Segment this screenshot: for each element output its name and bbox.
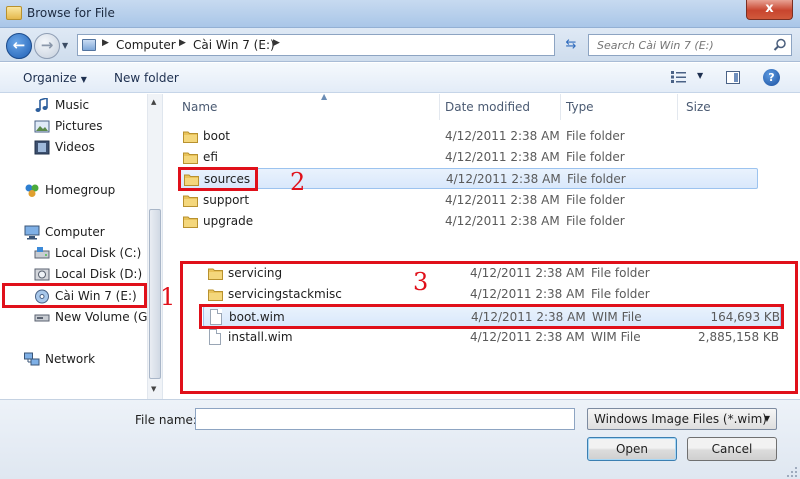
nav-pane-scrollbar[interactable]: ▲ ▼ xyxy=(147,94,162,399)
sort-ascending-icon: ▲ xyxy=(321,92,328,101)
annotation-box-2 xyxy=(178,167,258,191)
breadcrumb-computer[interactable]: Computer xyxy=(116,38,176,52)
chevron-down-icon[interactable]: ▼ xyxy=(697,71,703,80)
folder-icon xyxy=(183,195,198,207)
chevron-down-icon: ▼ xyxy=(763,414,770,423)
table-row[interactable]: boot 4/12/2011 2:38 AM File folder xyxy=(178,126,758,147)
chevron-right-icon[interactable]: ▶ xyxy=(102,38,109,48)
folder-icon xyxy=(183,216,198,228)
forward-button[interactable]: → xyxy=(34,33,60,59)
removable-drive-icon xyxy=(34,314,50,322)
scroll-down-arrow-icon[interactable]: ▼ xyxy=(151,385,156,393)
breadcrumb-drive[interactable]: Cài Win 7 (E:) xyxy=(193,38,275,52)
annotation-number-1: 1 xyxy=(160,283,176,311)
computer-icon xyxy=(82,39,96,51)
annotation-box-boot-wim xyxy=(199,304,784,329)
annotation-number-2: 2 xyxy=(290,168,306,196)
view-options-icon[interactable] xyxy=(671,71,687,83)
videos-icon xyxy=(34,140,50,155)
title-bar: Browse for File x xyxy=(0,0,800,28)
command-bar: Organize ▼ New folder ▼ ? xyxy=(0,63,800,93)
column-header-date[interactable]: Date modified xyxy=(445,94,561,120)
homegroup-icon xyxy=(25,184,39,197)
file-name-input[interactable] xyxy=(195,408,575,430)
new-folder-button[interactable]: New folder xyxy=(114,71,179,85)
column-header-type[interactable]: Type xyxy=(566,94,678,120)
table-row-selected[interactable]: sources 4/12/2011 2:38 AM File folder xyxy=(178,168,758,189)
cancel-button[interactable]: Cancel xyxy=(687,437,777,461)
resize-grip-icon[interactable] xyxy=(786,466,798,478)
annotation-number-3: 3 xyxy=(413,268,429,296)
file-type-filter[interactable]: Windows Image Files (*.wim) ▼ xyxy=(587,408,777,430)
chevron-right-icon[interactable]: ▶ xyxy=(273,38,280,48)
table-row[interactable]: efi 4/12/2011 2:38 AM File folder xyxy=(178,147,758,168)
help-icon[interactable]: ? xyxy=(763,69,780,86)
annotation-box-1 xyxy=(2,283,147,308)
cd-drive-icon xyxy=(34,268,50,281)
recent-pages-chevron-icon[interactable]: ▼ xyxy=(62,41,72,51)
open-button[interactable]: Open xyxy=(587,437,677,461)
chevron-right-icon[interactable]: ▶ xyxy=(179,38,186,48)
hard-drive-icon xyxy=(34,247,50,259)
organize-button[interactable]: Organize ▼ xyxy=(23,71,87,85)
address-bar[interactable]: ▶ Computer ▶ Cài Win 7 (E:) ▶ ▼ xyxy=(77,34,628,56)
folder-icon xyxy=(183,131,198,143)
column-header-name[interactable]: ▲ Name xyxy=(182,92,440,120)
close-button[interactable]: x xyxy=(746,0,793,20)
refresh-icon[interactable]: ⇆ xyxy=(561,36,581,54)
search-input[interactable] xyxy=(589,35,771,55)
pictures-icon xyxy=(34,120,50,133)
computer-icon xyxy=(24,225,40,240)
chevron-down-icon: ▼ xyxy=(80,75,87,84)
search-icon[interactable] xyxy=(773,38,787,52)
back-button[interactable]: ← xyxy=(6,33,32,59)
window-title: Browse for File xyxy=(27,6,115,20)
folder-icon xyxy=(183,152,198,164)
address-row: ← → ▼ ▶ Computer ▶ Cài Win 7 (E:) ▶ ▼ ⇆ xyxy=(0,28,800,62)
music-icon xyxy=(35,98,48,112)
network-icon xyxy=(24,352,40,366)
dialog-footer: File name: Windows Image Files (*.wim) ▼… xyxy=(0,399,800,479)
search-box[interactable] xyxy=(588,34,792,56)
column-header-size[interactable]: Size xyxy=(686,94,764,120)
file-name-label: File name: xyxy=(135,413,197,427)
scroll-up-arrow-icon[interactable]: ▲ xyxy=(151,98,156,106)
folder-icon xyxy=(6,6,22,20)
navigation-pane: Music Pictures Videos Homegroup Computer xyxy=(0,94,163,399)
table-row[interactable]: upgrade 4/12/2011 2:38 AM File folder xyxy=(178,211,758,232)
preview-pane-icon[interactable] xyxy=(726,71,740,84)
table-row[interactable]: support 4/12/2011 2:38 AM File folder xyxy=(178,190,758,211)
